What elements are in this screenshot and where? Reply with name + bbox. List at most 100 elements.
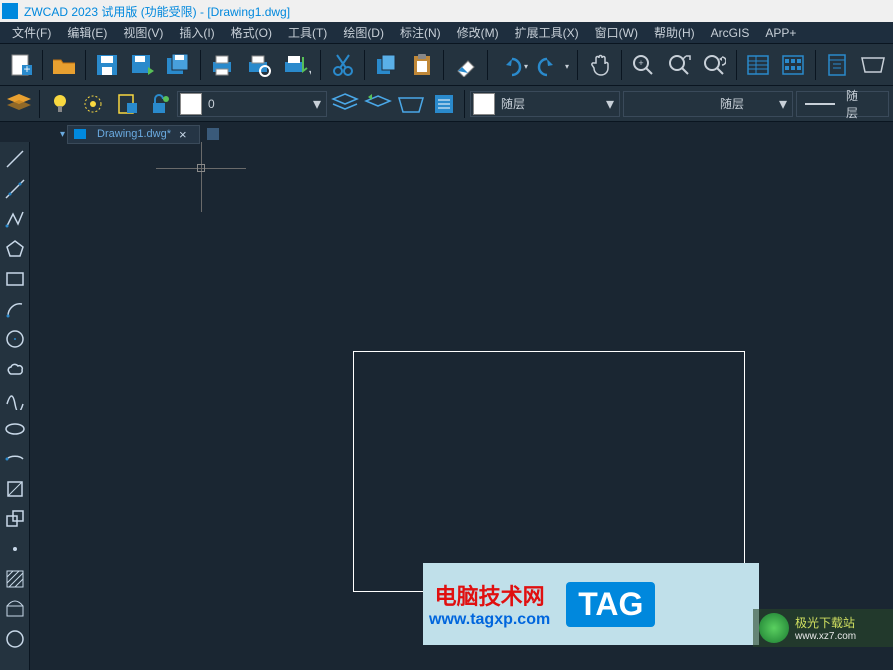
construction-line-tool[interactable]	[2, 176, 28, 202]
color-dropdown[interactable]: 随层 ▾	[470, 91, 620, 117]
menu-insert[interactable]: 插入(I)	[171, 22, 222, 43]
layer-lock-icon[interactable]	[111, 89, 141, 119]
insert-block-tool[interactable]	[2, 476, 28, 502]
menu-extend[interactable]: 扩展工具(X)	[507, 22, 587, 43]
tab-label: Drawing1.dwg*	[97, 128, 171, 140]
svg-text:▾: ▾	[524, 62, 528, 71]
main-toolbar: + ▾ ▾ ▾ +	[0, 44, 893, 86]
menu-file[interactable]: 文件(F)	[4, 22, 59, 43]
layer-name-dropdown[interactable]: 0 ▾	[177, 91, 327, 117]
region-tool[interactable]	[2, 626, 28, 652]
redo-button[interactable]: ▾	[534, 48, 572, 82]
drawing-canvas[interactable]: ▾ Drawing1.dwg* × 电脑技术网 www.tagxp.com TA…	[30, 142, 893, 670]
watermark-url: www.tagxp.com	[429, 611, 550, 629]
dropdown-arrow-icon[interactable]: ▾	[774, 94, 792, 114]
zoom-window-button[interactable]	[662, 48, 695, 82]
make-block-tool[interactable]	[2, 506, 28, 532]
layer-name-value: 0	[202, 97, 308, 111]
layer-toolbar: 0 ▾ 随层 ▾ 随层 ▾ 随层	[0, 86, 893, 122]
menu-window[interactable]: 窗口(W)	[587, 22, 646, 43]
document-tab[interactable]: Drawing1.dwg* ×	[67, 125, 200, 144]
menu-arcgis[interactable]: ArcGIS	[703, 24, 758, 42]
ellipse-tool[interactable]	[2, 416, 28, 442]
watermark2-title: 极光下载站	[795, 614, 856, 631]
color-value: 随层	[495, 95, 601, 112]
color-swatch	[473, 93, 495, 115]
svg-text:+: +	[638, 58, 643, 68]
arc-tool[interactable]	[2, 296, 28, 322]
watermark2-logo-icon	[759, 613, 789, 643]
undo-button[interactable]: ▾	[493, 48, 531, 82]
dwg-file-icon	[74, 129, 86, 139]
layer-properties-button[interactable]	[429, 89, 459, 119]
properties-button[interactable]	[742, 48, 775, 82]
save-all-button[interactable]	[162, 48, 195, 82]
publish-button[interactable]: ▾	[277, 48, 315, 82]
rectangle-tool[interactable]	[2, 266, 28, 292]
open-button[interactable]	[48, 48, 81, 82]
layer-freeze-icon[interactable]	[78, 89, 108, 119]
design-center-button[interactable]	[777, 48, 810, 82]
zoom-realtime-button[interactable]: +	[627, 48, 660, 82]
menu-draw[interactable]: 绘图(D)	[335, 22, 392, 43]
layer-color-swatch	[180, 93, 202, 115]
polygon-tool[interactable]	[2, 236, 28, 262]
pan-button[interactable]	[583, 48, 616, 82]
print-button[interactable]	[206, 48, 239, 82]
app-title: ZWCAD 2023 试用版 (功能受限) - [Drawing1.dwg]	[24, 3, 290, 20]
dropdown-arrow-icon[interactable]: ▾	[601, 94, 619, 114]
menu-modify[interactable]: 修改(M)	[449, 22, 507, 43]
tab-close-button[interactable]: ×	[179, 127, 187, 142]
drawn-rectangle[interactable]	[353, 351, 745, 592]
watermark-secondary: 极光下载站 www.xz7.com	[753, 609, 893, 647]
save-button[interactable]	[91, 48, 124, 82]
lineweight-dropdown[interactable]: 随层	[796, 91, 889, 117]
line-sample-icon	[805, 103, 835, 105]
tab-list-dropdown[interactable]: ▾	[60, 129, 65, 140]
point-tool[interactable]	[2, 536, 28, 562]
layer-manager-button[interactable]	[4, 89, 34, 119]
save-as-button[interactable]	[127, 48, 160, 82]
menu-tools[interactable]: 工具(T)	[280, 22, 335, 43]
circle-tool[interactable]	[2, 326, 28, 352]
app-icon	[2, 3, 18, 19]
svg-text:+: +	[24, 62, 31, 76]
clean-screen-button[interactable]	[856, 48, 889, 82]
menu-format[interactable]: 格式(O)	[223, 22, 280, 43]
eraser-button[interactable]	[449, 48, 482, 82]
line-tool[interactable]	[2, 146, 28, 172]
cut-button[interactable]	[326, 48, 359, 82]
draw-toolbar	[0, 142, 30, 670]
document-tabbar: ▾ Drawing1.dwg* ×	[30, 124, 222, 144]
spline-tool[interactable]	[2, 386, 28, 412]
layer-isolate-button[interactable]	[396, 89, 426, 119]
new-tab-button[interactable]	[204, 125, 222, 143]
menu-app[interactable]: APP+	[757, 24, 804, 42]
zoom-previous-button[interactable]	[698, 48, 731, 82]
layer-unlock-icon[interactable]	[144, 89, 174, 119]
copy-button[interactable]	[370, 48, 403, 82]
lineweight-value: 随层	[835, 87, 888, 121]
menu-help[interactable]: 帮助(H)	[646, 22, 703, 43]
polyline-tool[interactable]	[2, 206, 28, 232]
paste-button[interactable]	[405, 48, 438, 82]
linetype-dropdown[interactable]: 随层 ▾	[623, 91, 793, 117]
svg-text:▾: ▾	[565, 62, 569, 71]
new-button[interactable]: +	[4, 48, 37, 82]
watermark-banner: 电脑技术网 www.tagxp.com TAG	[423, 563, 759, 645]
dropdown-arrow-icon[interactable]: ▾	[308, 94, 326, 114]
linetype-value: 随层	[624, 95, 774, 112]
layer-on-icon[interactable]	[45, 89, 75, 119]
gradient-tool[interactable]	[2, 596, 28, 622]
revision-cloud-tool[interactable]	[2, 356, 28, 382]
menu-dimension[interactable]: 标注(N)	[392, 22, 449, 43]
layer-previous-button[interactable]	[363, 89, 393, 119]
menu-edit[interactable]: 编辑(E)	[59, 22, 115, 43]
crosshair-pickbox	[197, 164, 205, 172]
menu-view[interactable]: 视图(V)	[115, 22, 171, 43]
hatch-tool[interactable]	[2, 566, 28, 592]
ellipse-arc-tool[interactable]	[2, 446, 28, 472]
layer-states-button[interactable]	[330, 89, 360, 119]
print-preview-button[interactable]	[241, 48, 274, 82]
tool-palettes-button[interactable]	[821, 48, 854, 82]
